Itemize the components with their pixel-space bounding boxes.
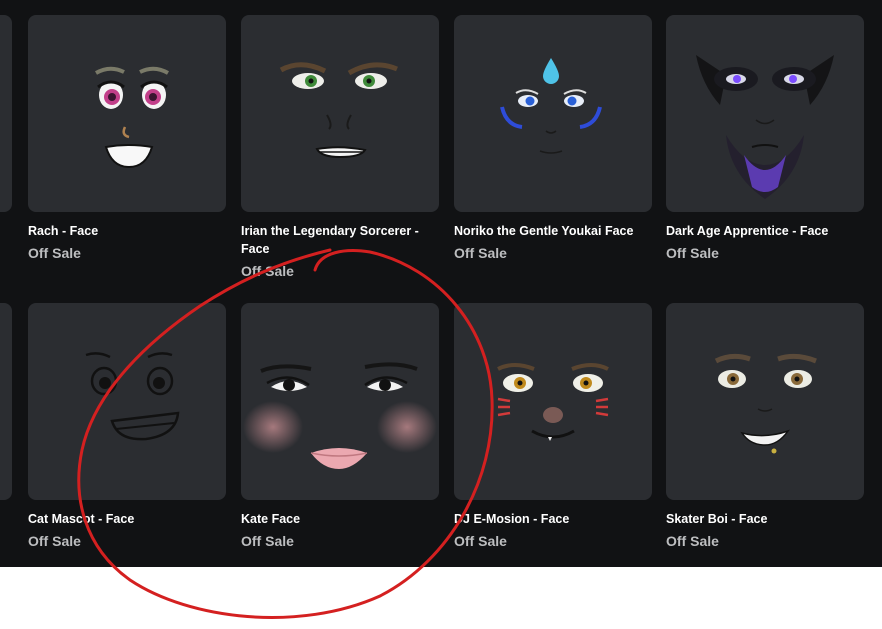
item-name[interactable]: Skater Boi - Face — [666, 510, 864, 528]
item-price: Off Sale — [454, 533, 507, 549]
item-thumbnail[interactable] — [241, 15, 439, 212]
item-price: Off Sale — [666, 245, 719, 261]
face-image — [95, 66, 169, 169]
item-price: Off Sale — [28, 245, 81, 261]
item-card-dark-age[interactable]: Dark Age Apprentice - Face Off Sale — [666, 15, 864, 262]
item-name[interactable]: Noriko the Gentle Youkai Face — [454, 222, 652, 240]
item-name[interactable]: DJ E-Mosion - Face — [454, 510, 652, 528]
item-card-noriko[interactable]: Noriko the Gentle Youkai Face Off Sale — [454, 15, 652, 262]
face-image — [500, 58, 602, 154]
face-image — [243, 362, 437, 469]
item-card-irian[interactable]: Irian the Legendary Sorcerer - Face Off … — [241, 15, 439, 280]
item-price: Off Sale — [241, 533, 294, 549]
item-thumbnail[interactable] — [454, 303, 652, 500]
item-name[interactable]: Cat Mascot - Face — [28, 510, 226, 528]
face-image — [714, 353, 817, 454]
item-name[interactable]: Irian the Legendary Sorcerer - Face — [241, 222, 439, 258]
item-name[interactable]: Rach - Face — [28, 222, 226, 240]
item-price: Off Sale — [454, 245, 507, 261]
item-thumbnail[interactable] — [666, 303, 864, 500]
catalog-grid: Rach - Face Off Sale Irian the Legendary… — [0, 0, 882, 567]
item-thumbnail[interactable] — [28, 303, 226, 500]
item-name[interactable]: Kate Face — [241, 510, 439, 528]
item-price: Off Sale — [28, 533, 81, 549]
face-image — [279, 62, 398, 159]
item-thumbnail[interactable] — [241, 303, 439, 500]
item-name[interactable]: Dark Age Apprentice - Face — [666, 222, 864, 240]
item-price: Off Sale — [666, 533, 719, 549]
item-card-skater-boi[interactable]: Skater Boi - Face Off Sale — [666, 303, 864, 550]
item-card-dj-emosion[interactable]: DJ E-Mosion - Face Off Sale — [454, 303, 652, 550]
item-card-rach[interactable]: Rach - Face Off Sale — [28, 15, 226, 262]
face-image — [696, 55, 834, 199]
partial-card-left[interactable] — [0, 303, 12, 500]
partial-card-left[interactable] — [0, 15, 12, 212]
item-thumbnail[interactable] — [454, 15, 652, 212]
item-card-cat-mascot[interactable]: Cat Mascot - Face Off Sale — [28, 303, 226, 550]
item-thumbnail[interactable] — [28, 15, 226, 212]
item-thumbnail[interactable] — [666, 15, 864, 212]
item-card-kate[interactable]: Kate Face Off Sale — [241, 303, 439, 550]
item-price: Off Sale — [241, 263, 294, 279]
face-image — [85, 352, 180, 441]
face-image — [497, 363, 609, 441]
